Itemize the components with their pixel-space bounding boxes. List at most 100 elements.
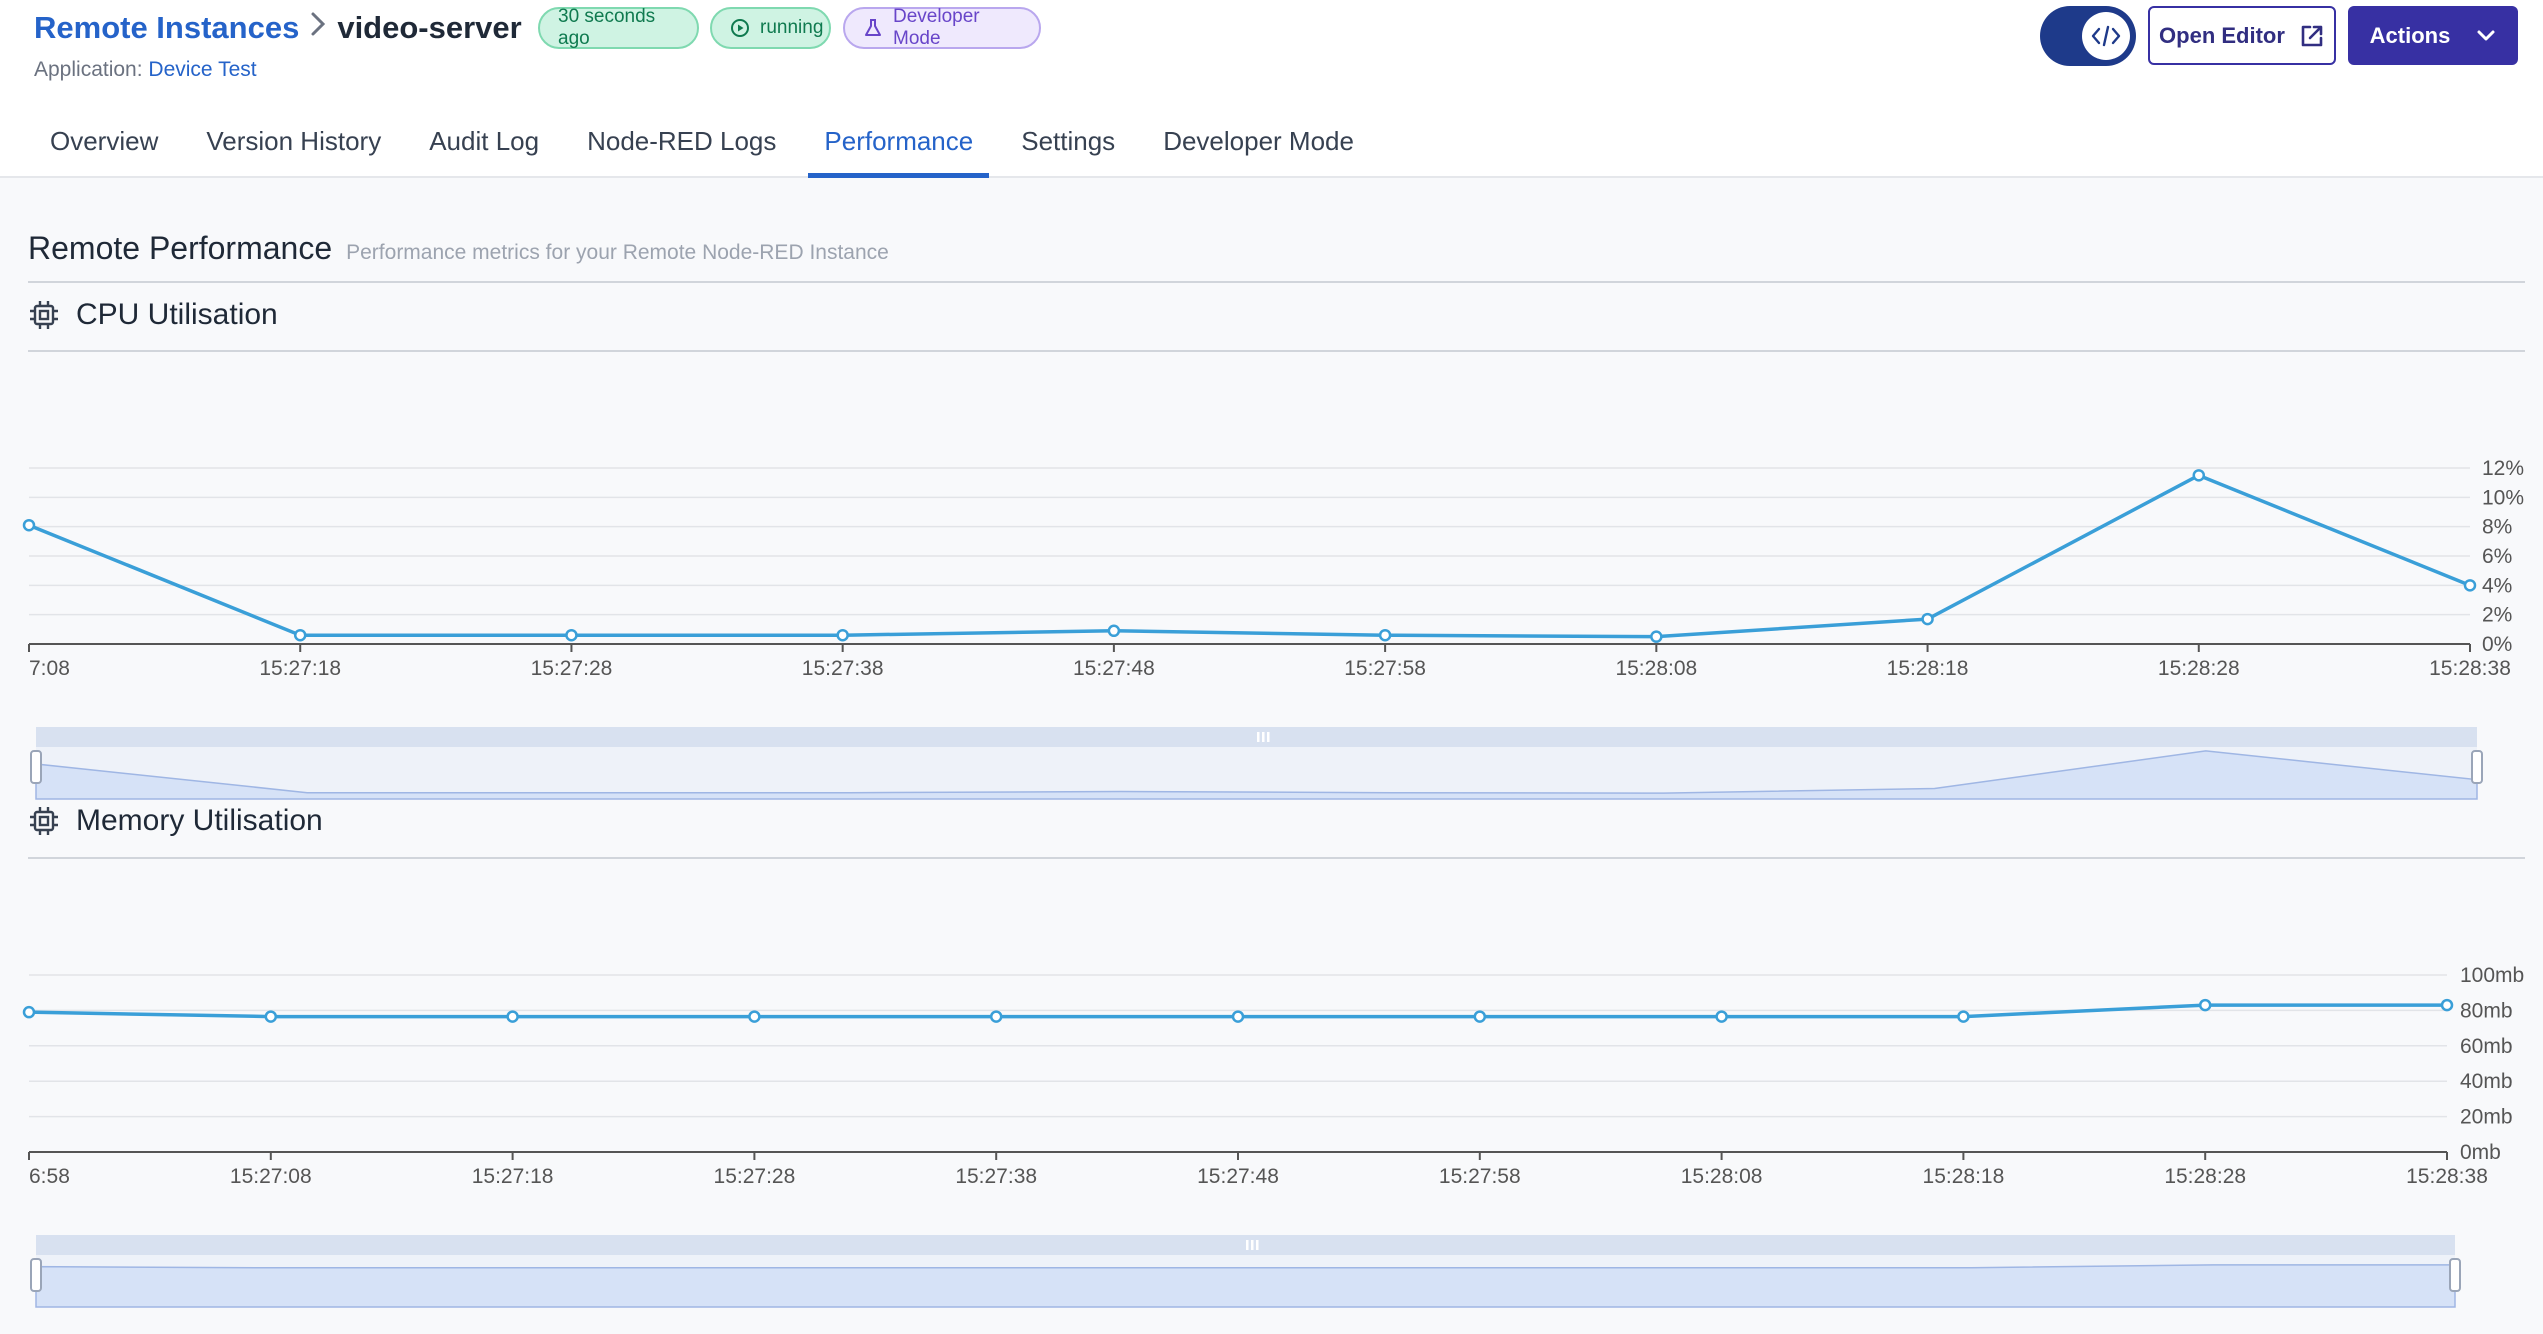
tab-settings[interactable]: Settings — [1005, 112, 1131, 178]
data-point — [748, 1010, 761, 1023]
last-seen-text: 30 seconds ago — [558, 6, 656, 49]
tab-node-red-logs[interactable]: Node-RED Logs — [571, 112, 792, 178]
play-circle-icon — [731, 19, 749, 37]
y-tick-label: 80mb — [2460, 999, 2513, 1022]
section-header: Remote Performance Performance metrics f… — [28, 230, 889, 267]
y-tick-label: 100mb — [2460, 964, 2524, 987]
cpu-chip-icon — [30, 301, 58, 329]
zoom-handle-right — [2471, 750, 2483, 784]
x-tick-label: 15:27:18 — [259, 657, 341, 680]
external-link-icon — [2301, 25, 2323, 46]
x-tick-label: 15:28:28 — [2158, 657, 2240, 680]
y-tick-label: 10% — [2482, 486, 2524, 509]
x-tick-label: 15:27:48 — [1197, 1165, 1279, 1188]
x-tick-label: 15:28:28 — [2164, 1165, 2246, 1188]
data-point — [2192, 469, 2206, 482]
x-tick-label: 15:27:28 — [714, 1165, 796, 1188]
zoom-drag-grip — [1251, 1240, 1254, 1250]
actions-label: Actions — [2369, 22, 2451, 48]
data-point — [1473, 1010, 1487, 1023]
memory-chart-header: Memory Utilisation — [28, 804, 323, 838]
y-tick-label: 8% — [2482, 516, 2512, 539]
section-divider — [28, 281, 2525, 283]
x-tick-label: 15:28:08 — [1615, 657, 1697, 680]
x-tick-label: 15:27:58 — [1344, 657, 1426, 680]
data-point — [565, 628, 578, 642]
memory-chart-divider — [28, 857, 2525, 859]
x-tick-label: 15:28:38 — [2406, 1165, 2488, 1188]
y-tick-label: 12% — [2482, 457, 2524, 480]
data-point — [1921, 612, 1934, 626]
y-tick-label: 2% — [2482, 604, 2512, 627]
data-point — [1231, 1010, 1245, 1023]
zoom-drag-grip — [1267, 732, 1270, 742]
x-tick-label: 15:28:38 — [2429, 657, 2511, 680]
open-editor-button[interactable]: Open Editor — [2148, 6, 2336, 65]
data-point — [1378, 628, 1392, 642]
cpu-chip-icon — [30, 807, 58, 835]
zoom-drag-grip — [1257, 732, 1260, 742]
x-tick-label: 15:27:18 — [472, 1165, 554, 1188]
data-point — [2463, 579, 2477, 592]
zoom-handle-left — [30, 750, 42, 784]
x-tick-label: 15:27:38 — [802, 657, 884, 680]
tab-audit-log[interactable]: Audit Log — [413, 112, 555, 178]
y-tick-label: 20mb — [2460, 1106, 2513, 1129]
tab-version-history[interactable]: Version History — [190, 112, 397, 178]
y-tick-label: 0% — [2482, 633, 2512, 656]
chevron-right-icon — [309, 11, 327, 45]
last-seen-badge: 30 seconds ago — [538, 6, 699, 49]
x-tick-label: 15:27:08 — [230, 1165, 312, 1188]
chevron-down-icon — [2477, 30, 2495, 40]
memory-chart: 0mb 20mb 40mb 60mb 80mb 100mb 6:58 15:27:08 15:2… — [22, 964, 2524, 1308]
y-tick-label: 6% — [2482, 545, 2512, 568]
x-tick-label: 15:28:08 — [1681, 1165, 1763, 1188]
section-subtitle: Performance metrics for your Remote Node… — [346, 241, 889, 264]
x-tick-label: 15:27:58 — [1439, 1165, 1521, 1188]
cpu-chart-divider — [28, 350, 2525, 352]
x-tick-label: 15:27:38 — [955, 1165, 1037, 1188]
x-tick-label: 15:27:28 — [531, 657, 613, 680]
breadcrumb-current: video-server — [337, 10, 522, 45]
y-tick-label: 4% — [2482, 574, 2512, 597]
zoom-slider-top-bar — [36, 727, 2477, 747]
x-tick-label: 15:27:48 — [1073, 657, 1155, 680]
data-point — [836, 628, 849, 642]
status-text: running — [760, 17, 824, 38]
developer-mode-text: Developer Mode — [893, 6, 980, 49]
code-icon — [2082, 12, 2130, 60]
y-tick-label: 60mb — [2460, 1035, 2513, 1058]
actions-button[interactable]: Actions — [2348, 6, 2518, 65]
zoom-drag-grip — [1262, 732, 1265, 742]
developer-mode-badge: Developer Mode — [843, 6, 1041, 49]
y-tick-label: 0mb — [2460, 1141, 2501, 1164]
zoom-slider-preview — [35, 1264, 2456, 1308]
zoom-drag-grip — [1246, 1240, 1249, 1250]
data-point — [1650, 630, 1663, 643]
section-title: Remote Performance — [28, 230, 333, 266]
data-point — [1107, 624, 1121, 638]
data-point — [264, 1010, 278, 1023]
developer-mode-toggle[interactable] — [2040, 6, 2136, 66]
open-editor-label: Open Editor — [2159, 22, 2285, 48]
breadcrumb-root-link[interactable]: Remote Instances — [34, 10, 299, 46]
x-tick-label: 15:28:18 — [1923, 1165, 2005, 1188]
x-tick-label: 15:28:18 — [1887, 657, 1969, 680]
data-point — [506, 1010, 519, 1023]
data-point — [22, 518, 36, 532]
zoom-handle-right — [2449, 1258, 2461, 1292]
cpu-chart-title: CPU Utilisation — [76, 298, 278, 331]
zoom-handle-left — [30, 1258, 42, 1292]
memory-chart-title: Memory Utilisation — [76, 804, 323, 837]
tab-performance[interactable]: Performance — [808, 112, 990, 178]
x-tick-label: 7:08 — [29, 657, 70, 680]
data-point — [2198, 998, 2212, 1012]
status-badge: running — [710, 7, 831, 49]
tab-overview[interactable]: Overview — [34, 112, 174, 178]
application-link[interactable]: Device Test — [148, 58, 256, 81]
tab-developer-mode[interactable]: Developer Mode — [1147, 112, 1370, 178]
application-line: Application: Device Test — [34, 58, 257, 82]
tab-bar: Overview Version History Audit Log Node-… — [34, 112, 1386, 178]
breadcrumb: Remote Instances video-server — [34, 8, 522, 48]
data-point — [1715, 1010, 1728, 1023]
